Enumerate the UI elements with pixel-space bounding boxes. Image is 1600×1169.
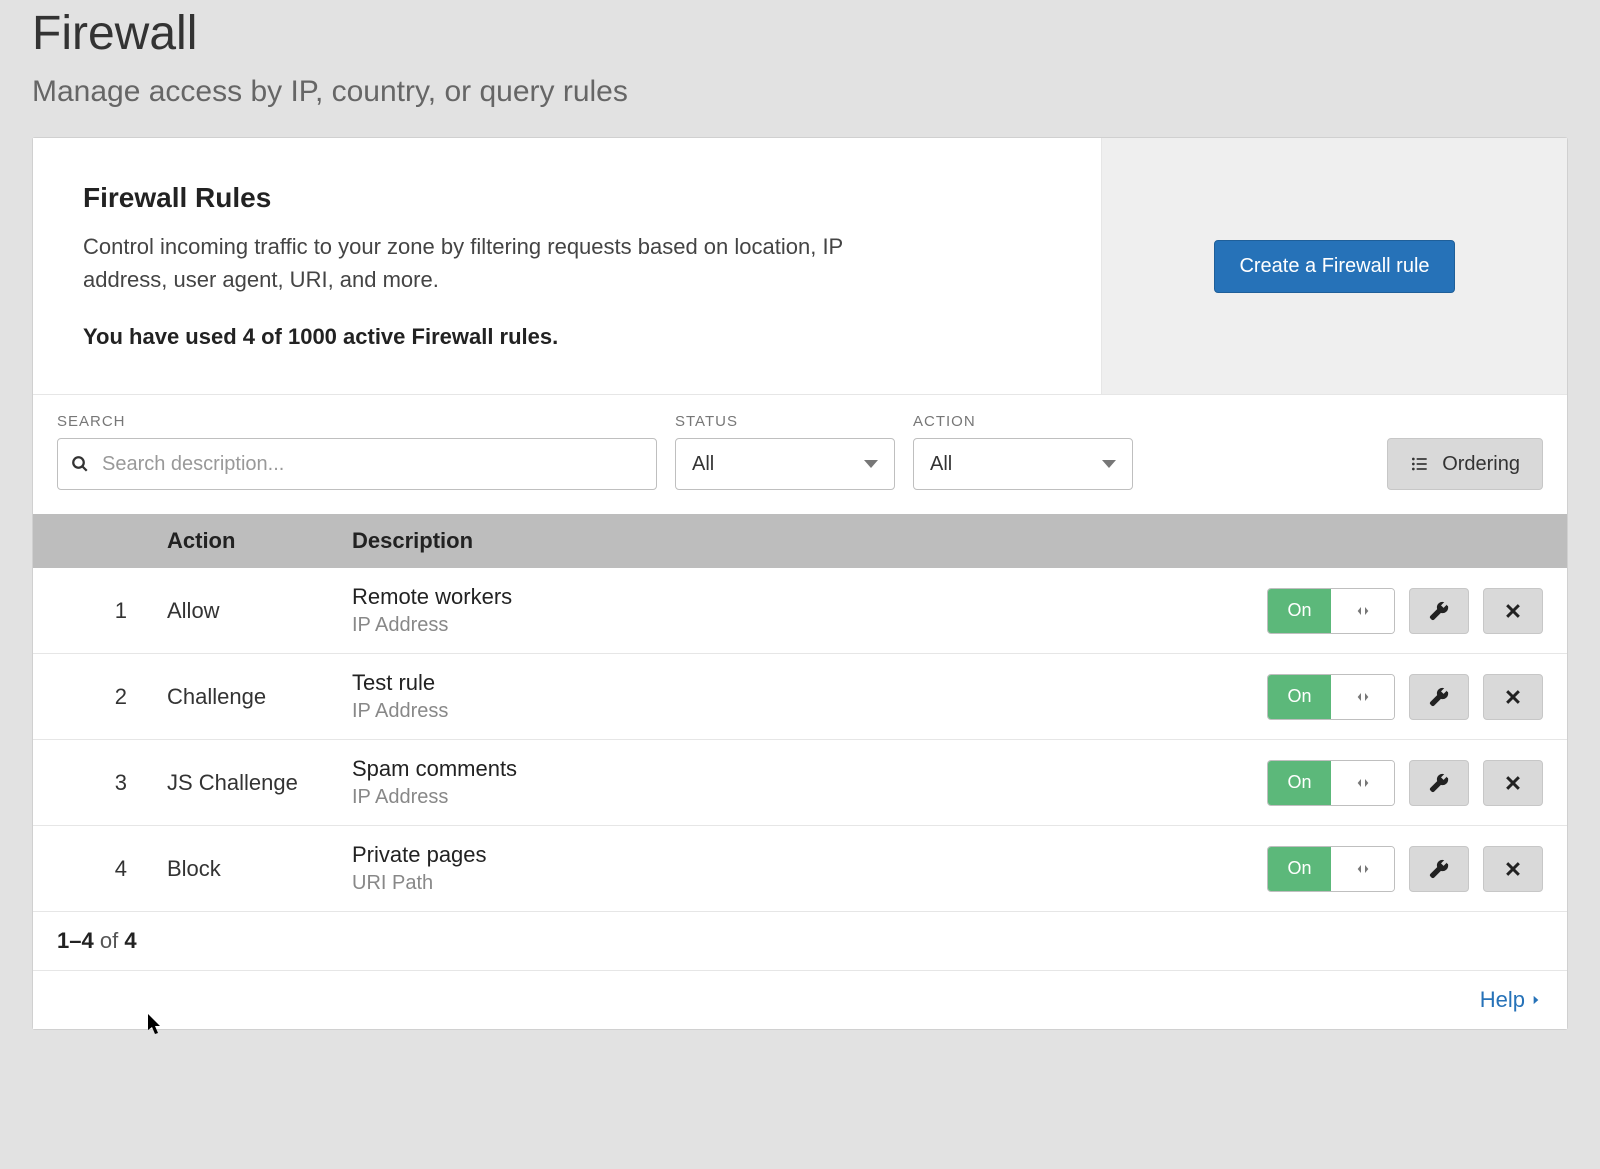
toggle-switch[interactable]: On [1267,846,1395,892]
action-filter-label: ACTION [913,413,1133,430]
help-row: Help [33,971,1567,1029]
header-description: Description [352,528,1543,554]
toggle-switch[interactable]: On [1267,674,1395,720]
row-controls: On [1267,846,1543,892]
row-controls: On [1267,588,1543,634]
action-group: ACTION All [913,413,1133,490]
close-icon [1503,687,1523,707]
table-row: 4 Block Private pages URI Path On [33,826,1567,912]
delete-button[interactable] [1483,588,1543,634]
search-label: SEARCH [57,413,657,430]
intro-usage: You have used 4 of 1000 active Firewall … [83,324,1051,350]
close-icon [1503,859,1523,879]
page-title: Firewall [32,6,1568,61]
toggle-handle-icon [1331,675,1394,719]
page-subtitle: Manage access by IP, country, or query r… [32,75,1568,109]
ordering-button[interactable]: Ordering [1387,438,1543,490]
table-body: 1 Allow Remote workers IP Address On 2 C… [33,568,1567,912]
row-desc: Remote workers IP Address [352,584,1267,637]
intro-title: Firewall Rules [83,182,1051,214]
edit-button[interactable] [1409,588,1469,634]
toggle-handle-icon [1331,761,1394,805]
wrench-icon [1428,686,1450,708]
row-desc: Private pages URI Path [352,842,1267,895]
row-controls: On [1267,760,1543,806]
table-header: Action Description [33,514,1567,568]
help-label: Help [1480,987,1525,1013]
row-desc-title: Test rule [352,670,1267,696]
search-input[interactable] [57,438,657,490]
status-group: STATUS All [675,413,895,490]
intro-desc: Control incoming traffic to your zone by… [83,230,933,296]
chevron-down-icon [864,460,878,468]
help-link[interactable]: Help [1480,987,1543,1013]
row-action: Challenge [167,684,352,710]
action-select[interactable]: All [913,438,1133,490]
row-desc-sub: IP Address [352,786,1267,809]
delete-button[interactable] [1483,674,1543,720]
row-action: JS Challenge [167,770,352,796]
toggle-switch[interactable]: On [1267,588,1395,634]
toggle-switch[interactable]: On [1267,760,1395,806]
intro-left: Firewall Rules Control incoming traffic … [33,138,1102,394]
wrench-icon [1428,600,1450,622]
close-icon [1503,773,1523,793]
intro-right: Create a Firewall rule [1102,138,1567,394]
table-row: 3 JS Challenge Spam comments IP Address … [33,740,1567,826]
table-row: 1 Allow Remote workers IP Address On [33,568,1567,654]
edit-button[interactable] [1409,846,1469,892]
close-icon [1503,601,1523,621]
row-desc-title: Private pages [352,842,1267,868]
row-index: 3 [57,770,167,796]
filters-bar: SEARCH STATUS All ACTION All [33,394,1567,514]
pagination: 1–4 of 4 [33,912,1567,971]
firewall-card: Firewall Rules Control incoming traffic … [32,137,1568,1030]
pagination-total: 4 [124,928,136,953]
toggle-on-label: On [1268,761,1331,805]
status-label: STATUS [675,413,895,430]
row-desc-title: Spam comments [352,756,1267,782]
row-action: Block [167,856,352,882]
intro-row: Firewall Rules Control incoming traffic … [33,138,1567,394]
pagination-range: 1–4 [57,928,94,953]
wrench-icon [1428,858,1450,880]
caret-right-icon [1529,993,1543,1007]
row-desc: Spam comments IP Address [352,756,1267,809]
table-row: 2 Challenge Test rule IP Address On [33,654,1567,740]
row-desc: Test rule IP Address [352,670,1267,723]
toggle-on-label: On [1268,589,1331,633]
row-desc-sub: IP Address [352,614,1267,637]
chevron-down-icon [1102,460,1116,468]
search-group: SEARCH [57,413,657,490]
action-value: All [930,453,952,476]
toggle-handle-icon [1331,847,1394,891]
status-value: All [692,453,714,476]
row-index: 2 [57,684,167,710]
row-desc-sub: IP Address [352,700,1267,723]
wrench-icon [1428,772,1450,794]
delete-button[interactable] [1483,760,1543,806]
toggle-on-label: On [1268,675,1331,719]
row-controls: On [1267,674,1543,720]
row-action: Allow [167,598,352,624]
row-index: 1 [57,598,167,624]
row-index: 4 [57,856,167,882]
toggle-on-label: On [1268,847,1331,891]
edit-button[interactable] [1409,674,1469,720]
create-rule-button[interactable]: Create a Firewall rule [1214,240,1454,293]
edit-button[interactable] [1409,760,1469,806]
status-select[interactable]: All [675,438,895,490]
search-icon [71,455,89,473]
row-desc-title: Remote workers [352,584,1267,610]
row-desc-sub: URI Path [352,872,1267,895]
list-icon [1410,454,1430,474]
header-action: Action [167,528,352,554]
toggle-handle-icon [1331,589,1394,633]
ordering-label: Ordering [1442,453,1520,476]
delete-button[interactable] [1483,846,1543,892]
